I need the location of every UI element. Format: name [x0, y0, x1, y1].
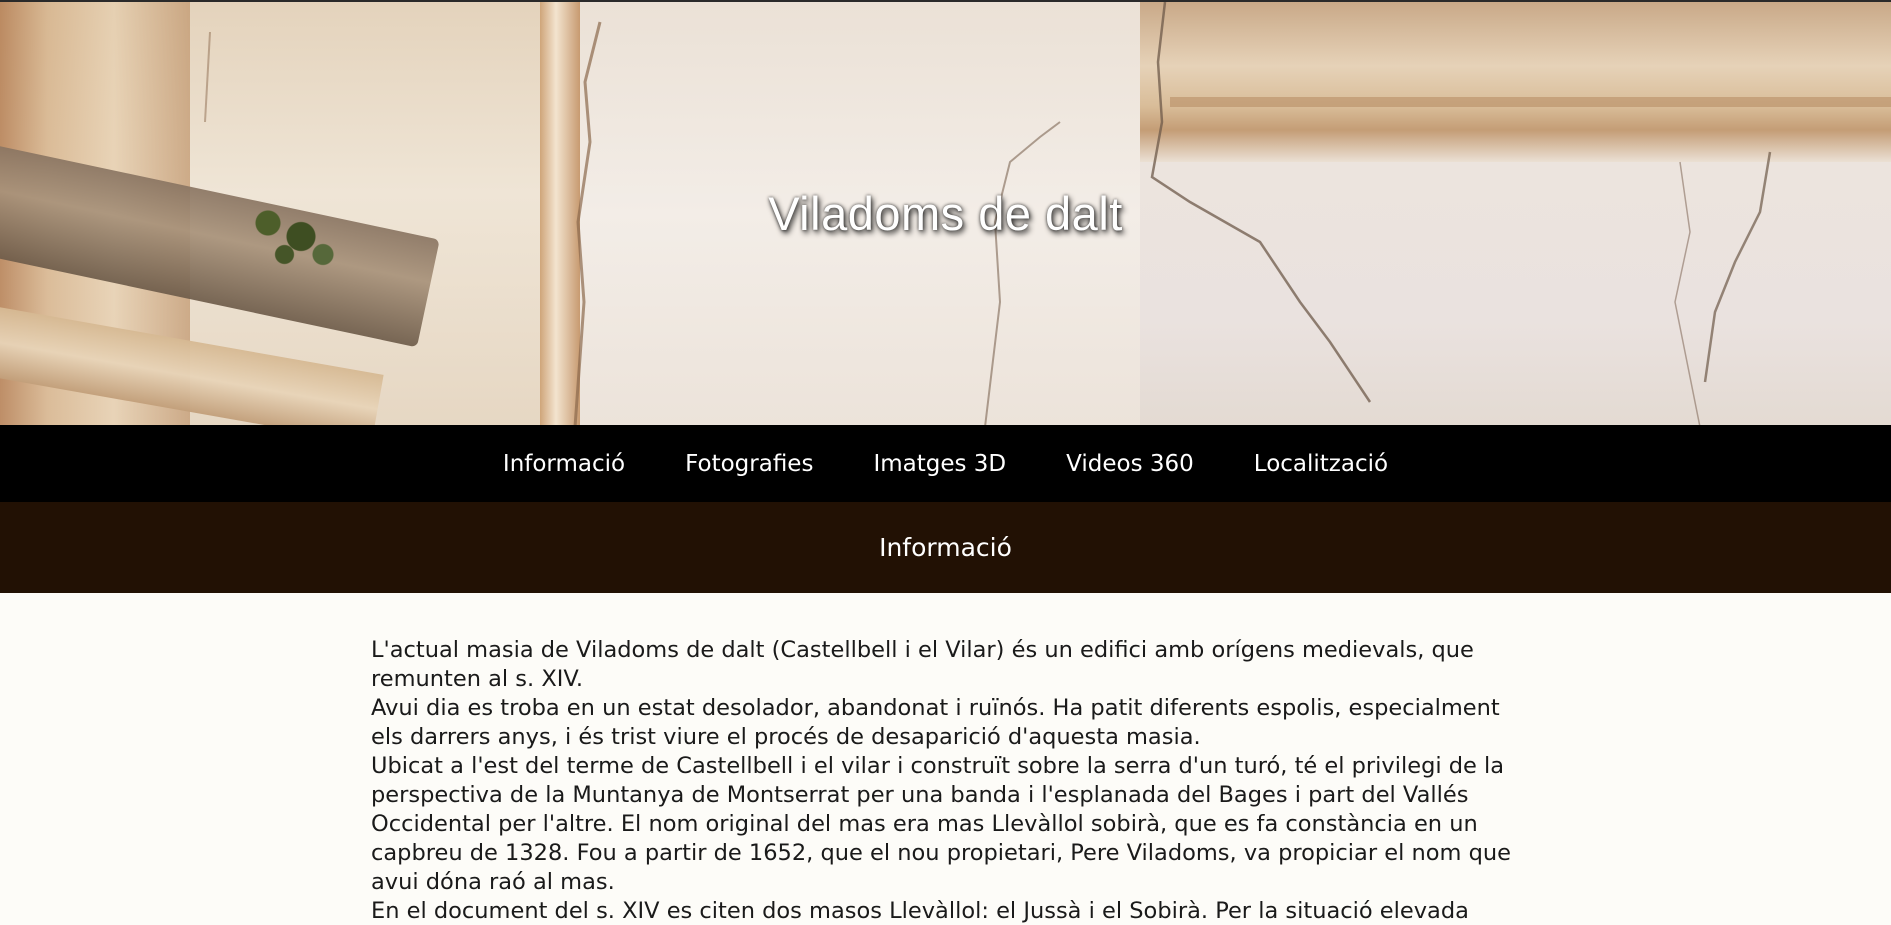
nav-item-fotografies[interactable]: Fotografies: [685, 451, 813, 477]
section-title: Informació: [879, 533, 1012, 562]
info-paragraph: Ubicat a l'est del terme de Castellbell …: [371, 753, 1511, 895]
nav-item-localitzacio[interactable]: Localització: [1254, 451, 1388, 477]
page-title: Viladoms de dalt: [768, 187, 1123, 240]
main-navigation: Informació Fotografies Imatges 3D Videos…: [0, 425, 1891, 502]
nav-item-informacio[interactable]: Informació: [503, 451, 625, 477]
nav-item-videos-360[interactable]: Videos 360: [1066, 451, 1194, 477]
info-content: L'actual masia de Viladoms de dalt (Cast…: [371, 593, 1511, 925]
hero-banner: Viladoms de dalt: [0, 0, 1891, 425]
nav-item-imatges-3d[interactable]: Imatges 3D: [873, 451, 1006, 477]
section-header: Informació: [0, 502, 1891, 593]
info-paragraph: En el document del s. XIV es citen dos m…: [371, 898, 1469, 924]
info-paragraph: Avui dia es troba en un estat desolador,…: [371, 695, 1500, 750]
info-paragraph: L'actual masia de Viladoms de dalt (Cast…: [371, 637, 1474, 692]
